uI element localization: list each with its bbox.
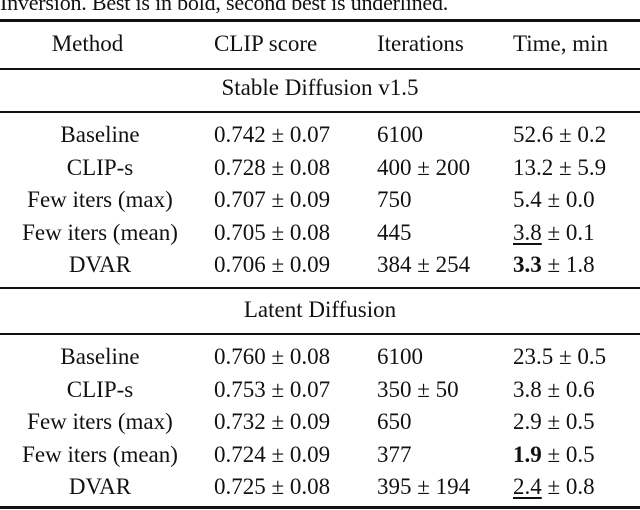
clip-score-cell: 0.706 ± 0.09 xyxy=(214,252,331,277)
table-caption: Inversion. Best is in bold, second best … xyxy=(0,0,449,15)
iterations-cell: 384 ± 254 xyxy=(377,252,471,277)
clip-score-cell: 0.742 ± 0.07 xyxy=(214,122,331,147)
time-value: 2.4 xyxy=(513,474,542,499)
method-cell: Few iters (max) xyxy=(27,187,173,212)
time-value: 23.5 xyxy=(513,344,554,369)
section-rule xyxy=(0,333,640,335)
clip-score-cell: 0.760 ± 0.08 xyxy=(214,344,331,369)
time-std: ± 0.8 xyxy=(541,474,595,499)
header-row: Method CLIP score Iterations Time, min xyxy=(0,28,640,60)
header-method: Method xyxy=(51,31,124,56)
iterations-cell: 6100 xyxy=(377,122,423,147)
time-value: 3.8 xyxy=(513,376,542,402)
time-cell: 3.8 ± 0.6 xyxy=(513,374,595,406)
time-cell: 5.4 ± 0.0 xyxy=(513,184,595,216)
time-cell: 3.8 ± 0.1 xyxy=(513,217,595,249)
header-clip: CLIP score xyxy=(214,31,318,56)
bottom-rule xyxy=(0,506,640,509)
clip-score-cell: 0.724 ± 0.09 xyxy=(214,441,331,467)
header-rule xyxy=(0,68,640,70)
table-row: Few iters (max) 0.707 ± 0.09 750 5.4 ± 0.0 xyxy=(0,184,640,216)
table-row: DVAR 0.706 ± 0.09 384 ± 254 3.3 ± 1.8 xyxy=(0,249,640,281)
table-row: Baseline 0.760 ± 0.08 6100 23.5 ± 0.5 xyxy=(0,341,640,373)
time-cell: 23.5 ± 0.5 xyxy=(513,341,606,373)
time-value: 3.8 xyxy=(513,219,542,245)
time-std: ± 0.6 xyxy=(541,376,595,402)
header-time: Time, min xyxy=(513,31,609,56)
time-cell: 1.9 ± 0.5 xyxy=(513,439,595,471)
time-std: ± 0.0 xyxy=(541,187,595,212)
method-cell: DVAR xyxy=(68,474,132,499)
time-std: ± 0.5 xyxy=(541,441,595,467)
time-value: 3.3 xyxy=(513,252,542,277)
iterations-cell: 750 xyxy=(377,187,412,212)
clip-score-cell: 0.707 ± 0.09 xyxy=(214,187,331,212)
table-row: CLIP-s 0.728 ± 0.08 400 ± 200 13.2 ± 5.9 xyxy=(0,152,640,184)
top-rule xyxy=(0,19,640,22)
iterations-cell: 445 xyxy=(377,219,412,245)
clip-score-cell: 0.725 ± 0.08 xyxy=(214,474,331,499)
time-cell: 52.6 ± 0.2 xyxy=(513,119,606,151)
section-title: Stable Diffusion v1.5 xyxy=(221,75,419,100)
iterations-cell: 6100 xyxy=(377,344,423,369)
table-row: Few iters (max) 0.732 ± 0.09 650 2.9 ± 0.5 xyxy=(0,406,640,438)
method-cell: DVAR xyxy=(68,252,132,277)
time-value: 5.4 xyxy=(513,187,542,212)
iterations-cell: 350 ± 50 xyxy=(377,376,459,402)
table-row: Few iters (mean) 0.705 ± 0.08 445 3.8 ± 0.1 xyxy=(0,217,640,249)
time-value: 52.6 xyxy=(513,122,554,147)
clip-score-cell: 0.753 ± 0.07 xyxy=(214,376,331,402)
time-std: ± 5.9 xyxy=(553,154,607,180)
method-cell: Few iters (mean) xyxy=(22,219,178,245)
table-row: Baseline 0.742 ± 0.07 6100 52.6 ± 0.2 xyxy=(0,119,640,151)
time-value: 2.9 xyxy=(513,409,542,434)
time-value: 13.2 xyxy=(513,154,554,180)
iterations-cell: 650 xyxy=(377,409,412,434)
table-row: DVAR 0.725 ± 0.08 395 ± 194 2.4 ± 0.8 xyxy=(0,471,640,503)
clip-score-cell: 0.732 ± 0.09 xyxy=(214,409,331,434)
time-value: 1.9 xyxy=(513,441,542,467)
table-row: CLIP-s 0.753 ± 0.07 350 ± 50 3.8 ± 0.6 xyxy=(0,374,640,406)
method-cell: Few iters (mean) xyxy=(22,441,178,467)
section-title: Latent Diffusion xyxy=(243,297,397,322)
time-std: ± 0.1 xyxy=(541,219,595,245)
iterations-cell: 395 ± 194 xyxy=(377,474,471,499)
method-cell: Baseline xyxy=(60,122,140,147)
method-cell: Baseline xyxy=(60,344,140,369)
time-std: ± 0.2 xyxy=(553,122,607,147)
table-row: Few iters (mean) 0.724 ± 0.09 377 1.9 ± 0.5 xyxy=(0,439,640,471)
header-iterations: Iterations xyxy=(377,31,464,56)
clip-score-cell: 0.705 ± 0.08 xyxy=(214,219,331,245)
time-std: ± 1.8 xyxy=(541,252,595,277)
iterations-cell: 377 xyxy=(377,441,412,467)
section-rule xyxy=(0,111,640,113)
time-cell: 13.2 ± 5.9 xyxy=(513,152,606,184)
iterations-cell: 400 ± 200 xyxy=(377,154,471,180)
method-cell: CLIP-s xyxy=(66,154,134,180)
time-cell: 3.3 ± 1.8 xyxy=(513,249,595,281)
time-std: ± 0.5 xyxy=(553,344,607,369)
time-std: ± 0.5 xyxy=(541,409,595,434)
clip-score-cell: 0.728 ± 0.08 xyxy=(214,154,331,180)
section-divider-rule xyxy=(0,287,640,289)
time-cell: 2.4 ± 0.8 xyxy=(513,471,595,503)
time-cell: 2.9 ± 0.5 xyxy=(513,406,595,438)
method-cell: Few iters (max) xyxy=(27,409,173,434)
method-cell: CLIP-s xyxy=(66,376,134,402)
